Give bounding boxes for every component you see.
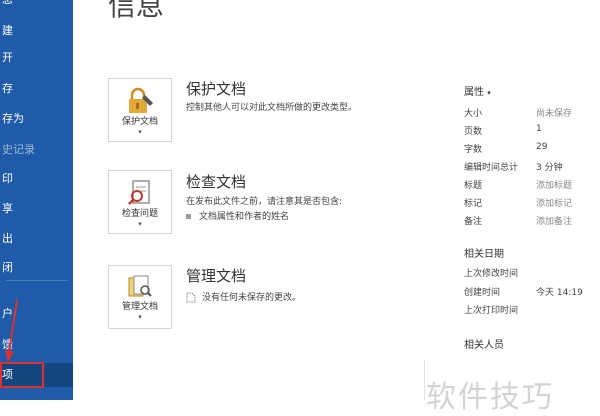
watermark-text: 软件技巧 — [426, 380, 554, 415]
chevron-down-icon: ▾ — [138, 128, 142, 136]
prop-label-title: 标题 — [464, 181, 483, 191]
manage-document-title: 管理文档 — [186, 267, 247, 285]
prop-value-pages: 1 — [536, 124, 542, 134]
inspect-document-description: 在发布此文件之前，请注意其是否包含: — [186, 197, 343, 207]
document-icon — [186, 292, 196, 303]
sidebar-item-share[interactable]: 享 — [0, 197, 73, 221]
date-label-last-modified: 上次修改时间 — [464, 269, 519, 279]
inspect-document-title: 检查文档 — [186, 173, 247, 191]
chevron-down-icon: ▾ — [487, 89, 491, 97]
properties-header: 属性 — [464, 87, 484, 98]
protect-document-title: 保护文档 — [186, 80, 247, 98]
prop-value-size: 尚未保存 — [536, 109, 573, 119]
sidebar-item-new[interactable]: 建 — [0, 19, 73, 43]
prop-label-words: 字数 — [464, 145, 483, 155]
related-people-header: 相关人员 — [464, 340, 504, 351]
manage-document-status: 没有任何未保存的更改。 — [186, 290, 301, 303]
prop-label-tags: 标记 — [464, 199, 483, 209]
sidebar-divider — [6, 280, 68, 281]
chevron-down-icon: ▾ — [138, 220, 142, 228]
prop-label-size: 大小 — [464, 109, 483, 119]
manage-document-button[interactable]: 管理文档 ▾ — [108, 265, 172, 329]
prop-label-comments: 备注 — [464, 217, 483, 227]
sidebar-item-open[interactable]: 开 — [0, 46, 73, 70]
sidebar-item-info[interactable]: 息 — [0, 0, 73, 12]
backstage-sidebar: 息 建 开 存 存为 史记录 印 享 出 闭 户 馈 项 — [0, 0, 73, 400]
prop-value-words: 29 — [536, 142, 548, 152]
prop-label-edit-time: 编辑时间总计 — [464, 163, 519, 173]
sidebar-item-account[interactable]: 户 — [0, 302, 73, 326]
protect-document-description: 控制其他人可以对此文档所做的更改类型。 — [186, 103, 358, 113]
prop-value-edit-time: 3 分钟 — [536, 163, 563, 173]
prop-label-pages: 页数 — [464, 127, 483, 137]
add-title-field[interactable]: 添加标题 — [536, 178, 572, 191]
divider-line — [424, 360, 425, 400]
manage-document-description: 没有任何未保存的更改。 — [202, 293, 302, 303]
sidebar-item-export[interactable]: 出 — [0, 227, 73, 251]
manage-document-icon-label: 管理文档 — [121, 302, 158, 312]
protect-document-icon-label: 保护文档 — [121, 117, 158, 127]
protect-document-button[interactable]: 保护文档 ▾ — [108, 78, 172, 142]
date-label-created: 创建时间 — [464, 288, 501, 298]
chevron-down-icon: ▾ — [138, 313, 142, 321]
sidebar-item-save-as[interactable]: 存为 — [0, 107, 73, 131]
page-title: 信息 — [108, 0, 165, 22]
sidebar-item-print[interactable]: 印 — [0, 167, 73, 191]
date-label-last-printed: 上次打印时间 — [464, 306, 519, 316]
inspect-document-icon — [128, 180, 150, 205]
inspect-document-bullet-item: 文档属性和作者的姓名 — [186, 209, 289, 222]
check-issues-icon-label: 检查问题 — [121, 209, 158, 219]
inspect-bullet-text: 文档属性和作者的姓名 — [199, 212, 290, 222]
sidebar-item-history[interactable]: 史记录 — [0, 138, 73, 162]
manage-document-icon — [128, 275, 152, 297]
check-issues-button[interactable]: 检查问题 ▾ — [108, 170, 172, 234]
related-dates-header: 相关日期 — [464, 249, 504, 260]
add-tags-field[interactable]: 添加标记 — [536, 196, 572, 209]
highlight-box — [0, 362, 44, 388]
sidebar-item-save[interactable]: 存 — [0, 77, 73, 101]
sidebar-item-close[interactable]: 闭 — [0, 256, 73, 280]
properties-dropdown[interactable]: 属性 ▾ — [464, 83, 491, 98]
date-value-created: 今天 14:19 — [536, 288, 583, 298]
lock-icon — [129, 87, 153, 113]
sidebar-item-feedback[interactable]: 馈 — [0, 333, 73, 357]
bullet-icon — [186, 214, 191, 219]
add-comments-field[interactable]: 添加备注 — [536, 214, 572, 227]
